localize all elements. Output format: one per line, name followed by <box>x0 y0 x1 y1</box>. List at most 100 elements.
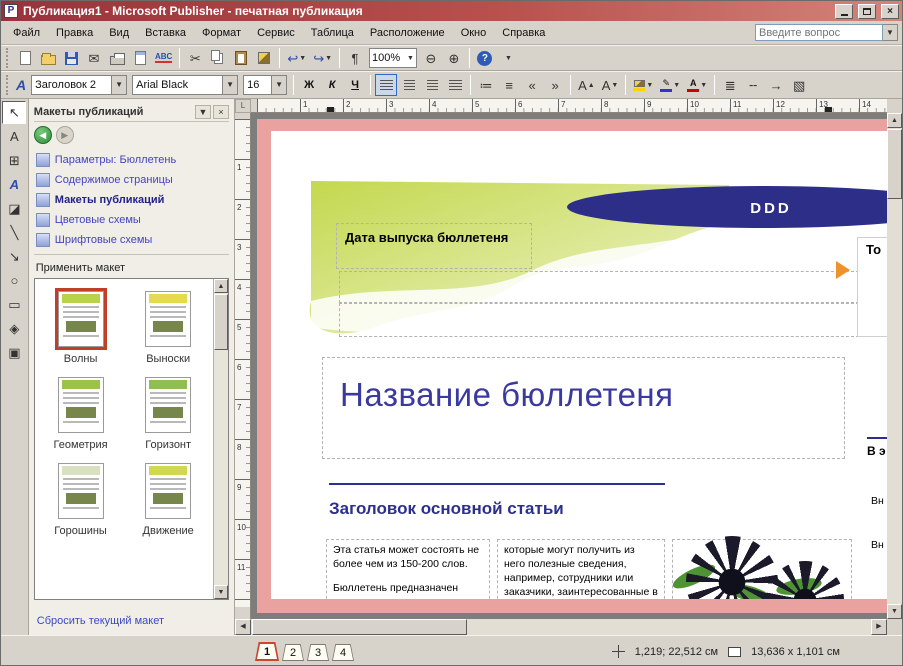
undo-dropdown-icon[interactable]: ▼ <box>299 55 306 62</box>
redo-button[interactable]: ↪ ▼ <box>310 47 335 69</box>
scroll-left-icon[interactable]: ◀ <box>235 619 251 635</box>
increase-font-button[interactable]: А ▲ <box>575 74 598 96</box>
scroll-up-icon[interactable]: ▲ <box>214 279 228 293</box>
menu-item-edit[interactable]: Правка <box>48 24 101 42</box>
fill-color-button[interactable]: ▼ <box>630 74 656 96</box>
right-margin-marker[interactable] <box>825 107 832 112</box>
line-color-button[interactable]: ✎ ▼ <box>657 74 683 96</box>
font-color-dropdown-icon[interactable]: ▼ <box>700 82 707 89</box>
mail-button[interactable]: ✉ <box>83 47 105 69</box>
decrease-indent-button[interactable]: « <box>521 74 543 96</box>
toolbar-grip[interactable] <box>6 75 10 95</box>
special-characters-button[interactable]: ¶ <box>344 47 366 69</box>
ask-question-dropdown-icon[interactable]: ▼ <box>883 24 898 41</box>
align-right-button[interactable] <box>421 74 443 96</box>
insert-wordart-tool[interactable]: А <box>2 173 26 196</box>
scroll-up-icon[interactable]: ▲ <box>887 113 902 128</box>
dash-style-button[interactable]: ╌ <box>742 74 764 96</box>
horizontal-ruler[interactable]: 1 2 3 4 5 6 7 8 9 10 11 12 13 14 <box>251 99 887 113</box>
copy-button[interactable] <box>207 47 229 69</box>
font-combo[interactable]: Arial Black ▼ <box>132 75 239 95</box>
empty-textbox[interactable] <box>339 303 859 337</box>
article-column-2[interactable]: которые могут получить из него полезные … <box>497 539 665 599</box>
layout-thumb-geometriya[interactable] <box>55 374 107 436</box>
ask-question-input[interactable] <box>755 24 883 41</box>
menu-item-file[interactable]: Файл <box>5 24 48 42</box>
zoom-combo[interactable]: 100% ▼ <box>369 48 417 68</box>
back-icon[interactable]: ◀ <box>33 126 52 144</box>
save-button[interactable] <box>60 47 82 69</box>
bullet-list-button[interactable]: ≡ <box>498 74 520 96</box>
menu-item-format[interactable]: Формат <box>194 24 249 42</box>
forward-icon[interactable]: ▶ <box>55 126 74 144</box>
layout-thumb-gorizont[interactable] <box>142 374 194 436</box>
article-headline-block[interactable]: Заголовок основной статьи <box>329 483 665 519</box>
justify-button[interactable] <box>444 74 466 96</box>
layout-thumb-vynoski[interactable] <box>142 288 194 350</box>
layout-thumb-volny[interactable] <box>54 288 107 350</box>
taskpane-link-page-content[interactable]: Содержимое страницы <box>34 170 229 190</box>
select-tool[interactable]: ↖ <box>2 101 27 124</box>
font-size-dropdown-icon[interactable]: ▼ <box>271 76 287 94</box>
empty-textbox[interactable] <box>339 271 859 303</box>
font-color-button[interactable]: А ▼ <box>684 74 710 96</box>
article-column-1[interactable]: Эта статья может состоять не более чем и… <box>326 539 490 599</box>
toolbar-options-button[interactable]: ▼ <box>497 47 519 69</box>
layout-thumb-goroshiny[interactable] <box>55 460 107 522</box>
page-tab-4[interactable]: 4 <box>332 644 354 661</box>
style-dropdown-icon[interactable]: ▼ <box>111 76 127 94</box>
line-color-dropdown-icon[interactable]: ▼ <box>673 82 680 89</box>
arrow-tool[interactable]: ↘ <box>2 245 26 268</box>
numbered-list-button[interactable]: ≔ <box>475 74 497 96</box>
issue-date-textbox[interactable]: Дата выпуска бюллетеня <box>336 223 532 269</box>
menu-item-help[interactable]: Справка <box>494 24 553 42</box>
sidebar-story-box[interactable]: То <box>857 237 887 337</box>
taskpane-link-color-schemes[interactable]: Цветовые схемы <box>34 210 229 230</box>
task-pane-dropdown-icon[interactable]: ▼ <box>195 104 211 119</box>
picture-frame-tool[interactable]: ◪ <box>2 197 26 220</box>
menu-item-window[interactable]: Окно <box>453 24 495 42</box>
line-style-button[interactable]: ≣ <box>719 74 741 96</box>
taskpane-link-publication-designs[interactable]: Макеты публикаций <box>34 190 229 210</box>
zoom-in-button[interactable]: ⊕ <box>443 47 465 69</box>
in-this-issue-box[interactable]: В э <box>867 437 887 463</box>
font-size-combo[interactable]: 16 ▼ <box>243 75 288 95</box>
scroll-down-icon[interactable]: ▼ <box>214 585 228 599</box>
scroll-right-icon[interactable]: ▶ <box>871 619 887 635</box>
menu-item-insert[interactable]: Вставка <box>137 24 194 42</box>
scrollbar-thumb[interactable] <box>214 294 228 350</box>
fill-color-dropdown-icon[interactable]: ▼ <box>646 82 653 89</box>
bold-button[interactable]: Ж <box>298 74 320 96</box>
menu-item-view[interactable]: Вид <box>101 24 137 42</box>
arrow-style-button[interactable]: → <box>765 74 787 96</box>
menu-item-table[interactable]: Таблица <box>303 24 362 42</box>
font-dropdown-icon[interactable]: ▼ <box>222 76 238 94</box>
newsletter-title-textbox[interactable]: Название бюллетеня <box>322 357 845 459</box>
scroll-down-icon[interactable]: ▼ <box>887 604 902 619</box>
spelling-button[interactable]: ABC <box>152 47 175 69</box>
line-tool[interactable]: ╲ <box>2 221 26 244</box>
undo-button[interactable]: ↩ ▼ <box>284 47 309 69</box>
toolbar-grip[interactable] <box>6 48 10 68</box>
layout-thumb-dvizhenie[interactable] <box>142 460 194 522</box>
design-gallery-object-tool[interactable]: ▣ <box>2 341 26 364</box>
print-preview-button[interactable] <box>129 47 151 69</box>
paste-button[interactable] <box>230 47 252 69</box>
format-painter-button[interactable] <box>253 47 275 69</box>
help-button[interactable]: ? <box>474 47 496 69</box>
horizontal-scrollbar[interactable]: ◀ ▶ <box>235 619 887 635</box>
italic-button[interactable]: К <box>321 74 343 96</box>
vertical-scrollbar-thumb[interactable] <box>887 129 902 199</box>
task-pane-close-icon[interactable]: × <box>213 104 229 119</box>
new-button[interactable] <box>14 47 36 69</box>
maximize-button[interactable] <box>858 3 876 19</box>
shadow-style-button[interactable]: ▧ <box>788 74 810 96</box>
align-center-button[interactable] <box>398 74 420 96</box>
vertical-ruler[interactable]: 1 2 3 4 5 6 7 8 9 10 11 <box>235 113 251 619</box>
cut-button[interactable]: ✂ <box>184 47 206 69</box>
rectangle-tool[interactable]: ▭ <box>2 293 26 316</box>
redo-dropdown-icon[interactable]: ▼ <box>325 55 332 62</box>
open-button[interactable] <box>37 47 59 69</box>
page-tab-1[interactable]: 1 <box>255 642 279 661</box>
ruler-corner[interactable]: L <box>235 99 251 113</box>
